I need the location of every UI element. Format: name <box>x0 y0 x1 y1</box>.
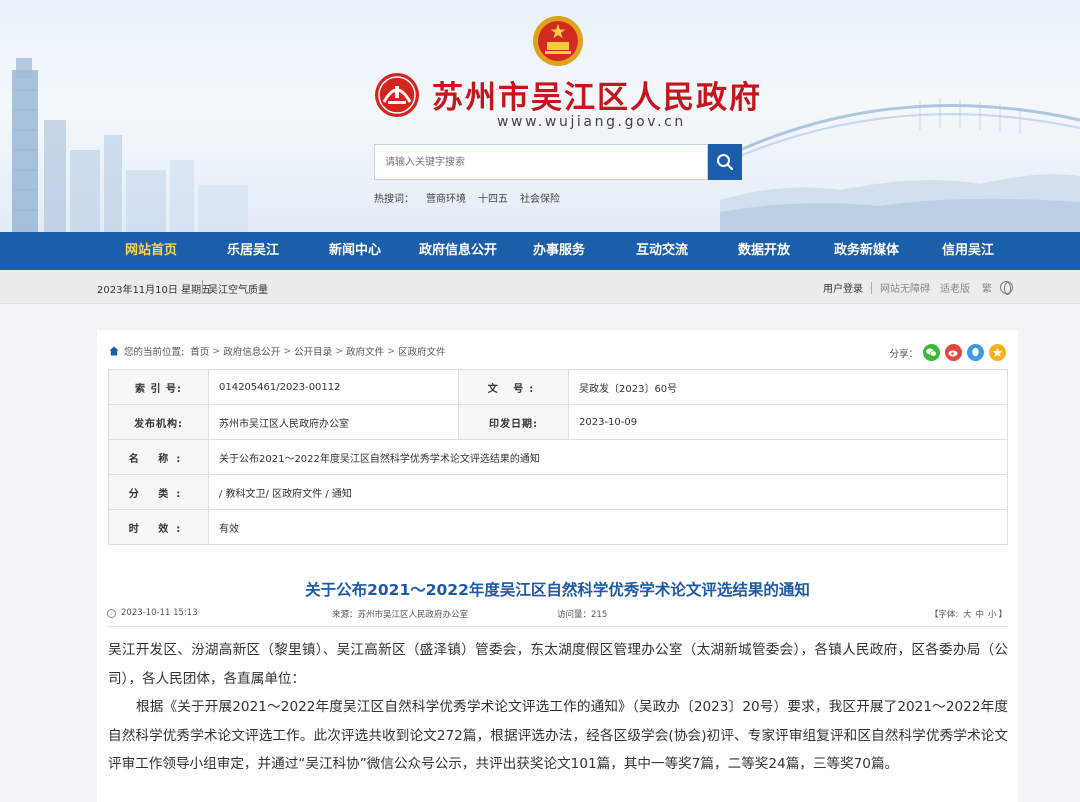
table-row: 时 效: 有效 <box>108 509 1008 545</box>
search-icon <box>717 154 734 171</box>
breadcrumb-info-disclosure[interactable]: 政府信息公开 <box>223 344 280 358</box>
user-login-link[interactable]: 用户登录 <box>823 280 863 295</box>
document-body: 吴江开发区、汾湖高新区（黎里镇）、吴江高新区（盛泽镇）管委会，东太湖度假区管理办… <box>108 636 1008 779</box>
article-card: 您的当前位置: 首页 > 政府信息公开 > 公开目录 > 政府文件 > 区政府文… <box>97 330 1018 802</box>
font-size-medium-button[interactable]: 中 <box>975 610 984 620</box>
font-size-switcher: 【字体: 大中小】 <box>930 608 1007 620</box>
search-box <box>374 144 708 180</box>
breadcrumb-separator: > <box>335 345 344 357</box>
body-paragraph: 根据《关于开展2021～2022年度吴江区自然科学优秀学术论文评选工作的通知》（… <box>108 699 1008 772</box>
hotword-link[interactable]: 十四五 <box>478 194 508 205</box>
qq-icon[interactable] <box>967 344 984 361</box>
font-size-label-close: 】 <box>998 610 1007 620</box>
home-icon <box>109 346 119 356</box>
search-button[interactable] <box>708 144 742 180</box>
national-emblem-icon <box>533 16 583 66</box>
utility-links: 用户登录 网站无障碍 适老版 繁 <box>823 280 1013 295</box>
site-url: www.wujiang.gov.cn <box>497 114 686 130</box>
hot-search-words: 热搜词： 营商环境 十四五 社会保险 <box>374 190 572 205</box>
breadcrumb-separator: > <box>212 345 221 357</box>
date-label: 印发日期: <box>458 404 569 440</box>
breadcrumb-home[interactable]: 首页 <box>190 344 209 358</box>
validity-value: 有效 <box>208 509 1008 545</box>
nav-item-home[interactable]: 网站首页 <box>125 232 177 270</box>
wujiang-logo-icon <box>375 73 419 117</box>
nav-item-interaction[interactable]: 互动交流 <box>636 232 688 270</box>
publish-time: 2023-10-11 15:13 <box>121 608 198 618</box>
breadcrumb-prefix: 您的当前位置: <box>124 347 185 358</box>
table-row: 分 类: / 教科文卫/ 区政府文件 / 通知 <box>108 474 1008 510</box>
favorite-icon[interactable] <box>989 344 1006 361</box>
date-value: 2023-10-09 <box>568 404 1008 440</box>
nav-item-credit[interactable]: 信用吴江 <box>942 232 994 270</box>
share-bar: 分享： <box>889 344 1006 361</box>
globe-icon[interactable] <box>1000 281 1013 295</box>
nav-item-living[interactable]: 乐居吴江 <box>227 232 279 270</box>
breadcrumb-separator: > <box>387 345 396 357</box>
nav-item-services[interactable]: 办事服务 <box>533 232 585 270</box>
body-paragraph: 吴江开发区、汾湖高新区（黎里镇）、吴江高新区（盛泽镇）管委会，东太湖度假区管理办… <box>108 642 1008 687</box>
main-nav: 网站首页 乐居吴江 新闻中心 政府信息公开 办事服务 互动交流 数据开放 政务新… <box>0 232 1080 270</box>
font-size-large-button[interactable]: 大 <box>963 610 972 620</box>
hotword-link[interactable]: 社会保险 <box>520 194 560 205</box>
accessibility-link[interactable]: 网站无障碍 <box>880 280 930 295</box>
document-source: 来源：苏州市吴江区人民政府办公室 <box>332 610 469 620</box>
elder-mode-link[interactable]: 适老版 <box>940 280 970 295</box>
utility-bar: 2023年11月10日 星期五 吴江空气质量 用户登录 网站无障碍 适老版 繁 <box>0 270 1080 304</box>
nav-item-open-data[interactable]: 数据开放 <box>738 232 790 270</box>
index-value: 014205461/2023-00112 <box>208 369 459 405</box>
table-row: 名 称: 关于公布2021～2022年度吴江区自然科学优秀学术论文评选结果的通知 <box>108 439 1008 475</box>
name-value: 关于公布2021～2022年度吴江区自然科学优秀学术论文评选结果的通知 <box>208 439 1008 475</box>
font-size-label: 【字体: <box>929 610 959 620</box>
air-quality-link[interactable]: 吴江空气质量 <box>208 281 268 296</box>
search-input[interactable] <box>375 145 707 179</box>
docno-label: 文 号: <box>458 369 569 405</box>
hotword-link[interactable]: 营商环境 <box>426 194 466 205</box>
hotwords-label: 热搜词： <box>374 194 414 205</box>
index-label: 索 引 号: <box>108 369 209 405</box>
traditional-chinese-link[interactable]: 繁 <box>982 280 992 295</box>
wechat-icon[interactable] <box>923 344 940 361</box>
divider <box>202 280 203 293</box>
city-skyline-left <box>12 58 248 232</box>
validity-label: 时 效: <box>108 509 209 545</box>
category-value: / 教科文卫/ 区政府文件 / 通知 <box>208 474 1008 510</box>
document-meta-table: 索 引 号: 014205461/2023-00112 文 号: 吴政发〔202… <box>108 369 1008 545</box>
breadcrumb-separator: > <box>283 345 292 357</box>
table-row: 发布机构: 苏州市吴江区人民政府办公室 印发日期: 2023-10-09 <box>108 404 1008 440</box>
clock-icon <box>107 609 116 618</box>
table-row: 索 引 号: 014205461/2023-00112 文 号: 吴政发〔202… <box>108 369 1008 405</box>
document-info-bar: 2023-10-11 15:13 来源：苏州市吴江区人民政府办公室 访问量：21… <box>107 608 1007 622</box>
nav-item-info-disclosure[interactable]: 政府信息公开 <box>419 232 497 270</box>
org-value: 苏州市吴江区人民政府办公室 <box>208 404 459 440</box>
current-date: 2023年11月10日 星期五 <box>97 285 212 296</box>
share-label: 分享： <box>889 348 918 360</box>
org-label: 发布机构: <box>108 404 209 440</box>
category-label: 分 类: <box>108 474 209 510</box>
nav-item-news[interactable]: 新闻中心 <box>329 232 381 270</box>
site-header: 苏州市吴江区人民政府 www.wujiang.gov.cn 热搜词： 营商环境 十四… <box>0 0 1080 232</box>
font-size-small-button[interactable]: 小 <box>988 610 997 620</box>
city-skyline-right <box>720 98 1080 232</box>
document-title: 关于公布2021～2022年度吴江区自然科学优秀学术论文评选结果的通知 <box>305 581 810 599</box>
site-title[interactable]: 苏州市吴江区人民政府 <box>432 72 762 117</box>
breadcrumb-gov-docs[interactable]: 政府文件 <box>346 344 384 358</box>
view-count: 访问量：215 <box>557 610 608 620</box>
weibo-icon[interactable] <box>945 344 962 361</box>
name-label: 名 称: <box>108 439 209 475</box>
divider <box>871 281 872 294</box>
nav-item-new-media[interactable]: 政务新媒体 <box>834 232 899 270</box>
divider <box>107 626 1007 627</box>
breadcrumb-district-docs[interactable]: 区政府文件 <box>398 344 446 358</box>
breadcrumb-catalog[interactable]: 公开目录 <box>294 344 332 358</box>
breadcrumb: 您的当前位置: 首页 > 政府信息公开 > 公开目录 > 政府文件 > 区政府文… <box>109 344 446 358</box>
docno-value: 吴政发〔2023〕60号 <box>568 369 1008 405</box>
